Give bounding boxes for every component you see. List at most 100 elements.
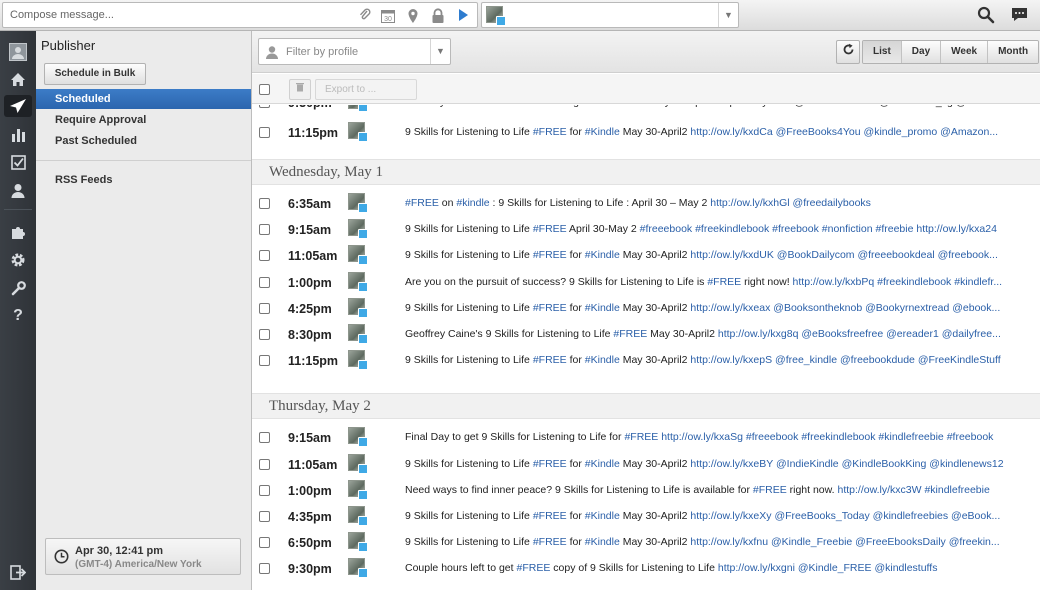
message-link[interactable]: #FREE (533, 458, 567, 470)
message-link[interactable]: @freeebookdeal (857, 249, 934, 261)
scheduled-message-row[interactable]: 9:15am Final Day to get 9 Skills for List… (252, 424, 1040, 450)
contacts-person-icon[interactable] (7, 179, 29, 201)
message-link[interactable]: #FREE (517, 562, 551, 574)
refresh-button[interactable] (836, 40, 860, 64)
compose-message-input[interactable]: Compose message... 30 (2, 2, 478, 28)
chevron-down-icon[interactable]: ▼ (430, 39, 450, 64)
row-checkbox[interactable] (259, 355, 270, 367)
schedule-in-bulk-button[interactable]: Schedule in Bulk (44, 63, 146, 85)
message-link[interactable]: @Booksontheknob (773, 302, 862, 314)
message-link[interactable]: #Kindle (585, 126, 620, 138)
message-link[interactable]: @dailyfree... (942, 328, 1001, 340)
message-link[interactable]: #FREE (533, 302, 567, 314)
message-link[interactable]: @freedailybooks (793, 197, 871, 209)
message-link[interactable]: #freekindlebook (877, 276, 951, 288)
scheduled-message-row[interactable]: 11:05am 9 Skills for Listening to Life #F… (252, 242, 1040, 268)
view-list-button[interactable]: List (863, 41, 901, 63)
publisher-send-icon[interactable] (4, 95, 32, 117)
message-link[interactable]: #FREE (533, 354, 567, 366)
message-link[interactable]: #Kindle (585, 249, 620, 261)
message-link[interactable]: @kindlestuffs (874, 562, 937, 574)
select-all-checkbox[interactable] (259, 84, 270, 95)
row-checkbox[interactable] (259, 250, 270, 262)
scheduled-message-row[interactable]: 1:00pm Need ways to find inner peace? 9 S… (252, 477, 1040, 503)
paperclip-icon[interactable] (357, 8, 373, 24)
scheduled-message-row[interactable]: 9:30pm Geoffrey Caine's 9 Skills for List… (252, 105, 1040, 113)
message-link[interactable]: #FREE (707, 276, 741, 288)
sign-out-icon[interactable] (7, 561, 29, 583)
message-link[interactable]: @Amazon... (940, 126, 998, 138)
message-link[interactable]: #FREE (533, 126, 567, 138)
analytics-bar-icon[interactable] (7, 124, 29, 146)
message-link[interactable]: http://ow.ly/kxeax (690, 302, 770, 314)
message-link[interactable]: @IndieKindle (776, 458, 839, 470)
scheduled-message-row[interactable]: 11:15pm 9 Skills for Listening to Life #F… (252, 347, 1040, 373)
row-checkbox[interactable] (259, 302, 270, 314)
message-link[interactable]: @free_kindle (775, 354, 837, 366)
row-checkbox[interactable] (259, 329, 270, 340)
message-link[interactable]: #FREE (613, 328, 647, 340)
message-link[interactable]: #Kindle (585, 536, 620, 548)
delete-button[interactable] (289, 79, 311, 100)
message-link[interactable]: @Kindle_Freebie (771, 536, 852, 548)
chat-bubble-icon[interactable] (1011, 7, 1028, 22)
message-link[interactable]: #FREE (533, 223, 567, 235)
row-checkbox[interactable] (259, 105, 270, 108)
message-link[interactable]: http://ow.ly/kxeBY (690, 458, 773, 470)
scheduled-message-row[interactable]: 11:05am 9 Skills for Listening to Life #F… (252, 451, 1040, 477)
message-link[interactable]: @BookDailycom (777, 249, 855, 261)
search-icon[interactable] (977, 6, 995, 24)
view-month-button[interactable]: Month (987, 41, 1039, 63)
location-pin-icon[interactable] (405, 8, 421, 24)
message-link[interactable]: #FREE (533, 249, 567, 261)
row-checkbox[interactable] (259, 511, 270, 522)
message-link[interactable]: @KindleBookKing (842, 458, 927, 470)
message-link[interactable]: #FREE (624, 431, 658, 443)
scheduled-message-row[interactable]: 11:15pm 9 Skills for Listening to Life #F… (252, 119, 1040, 145)
message-link[interactable]: @Kindle_FREE (798, 562, 872, 574)
message-link[interactable]: #freebie (876, 223, 914, 235)
message-link[interactable]: @kindlefreebies (873, 510, 948, 522)
row-checkbox[interactable] (259, 127, 270, 138)
scheduled-message-row[interactable]: 4:35pm 9 Skills for Listening to Life #FR… (252, 503, 1040, 529)
message-link[interactable]: http://ow.ly/kxdUK (690, 249, 773, 261)
scheduled-message-row[interactable]: 9:30pm Couple hours left to get #FREE cop… (252, 555, 1040, 581)
message-link[interactable]: http://ow.ly/kxfnu (690, 536, 768, 548)
message-link[interactable]: @FreeEbooksDaily (855, 536, 946, 548)
message-link[interactable]: #FREE (533, 536, 567, 548)
scheduled-message-row[interactable]: 6:50pm 9 Skills for Listening to Life #FR… (252, 529, 1040, 555)
message-link[interactable]: #Kindle (585, 510, 620, 522)
send-arrow-icon[interactable] (455, 8, 471, 24)
message-link[interactable]: @eBook... (951, 510, 1000, 522)
scheduled-message-row[interactable]: 8:30pm Geoffrey Caine's 9 Skills for List… (252, 321, 1040, 347)
row-checkbox[interactable] (259, 537, 270, 549)
row-checkbox[interactable] (259, 563, 270, 575)
scheduled-message-row[interactable]: 9:15am 9 Skills for Listening to Life #FR… (252, 216, 1040, 242)
message-link[interactable]: http://ow.ly/kxeXy (690, 510, 771, 522)
view-day-button[interactable]: Day (900, 41, 941, 63)
message-link[interactable]: http://ow.ly/kxaSg (661, 431, 743, 443)
sidebar-item-rss-feeds[interactable]: RSS Feeds (36, 170, 251, 190)
message-link[interactable]: http://ow.ly/kxbPq (793, 276, 875, 288)
home-icon[interactable] (7, 68, 29, 90)
row-checkbox[interactable] (259, 458, 270, 470)
message-link[interactable]: #nonfiction (822, 223, 873, 235)
row-checkbox[interactable] (259, 198, 270, 209)
message-link[interactable]: http://ow.ly/kxg8q (718, 328, 799, 340)
calendar-icon[interactable]: 30 (380, 8, 396, 24)
message-link[interactable]: #FREE (753, 484, 787, 496)
message-link[interactable]: @FreeKindleStuff (918, 354, 1001, 366)
message-link[interactable]: #freekindlebook (801, 431, 875, 443)
scheduled-message-row[interactable]: 4:25pm 9 Skills for Listening to Life #FR… (252, 295, 1040, 321)
message-link[interactable]: http://ow.ly/kxgni (718, 562, 795, 574)
sidebar-item-require-approval[interactable]: Require Approval (36, 110, 251, 130)
chevron-down-icon[interactable]: ▼ (718, 3, 738, 27)
help-question-icon[interactable]: ? (7, 305, 29, 327)
scheduled-message-row[interactable]: 6:35am #FREE on #kindle : 9 Skills for Li… (252, 190, 1040, 216)
message-link[interactable]: @ebook... (952, 302, 1000, 314)
message-link[interactable]: http://ow.ly/kxhGl (710, 197, 789, 209)
view-week-button[interactable]: Week (940, 41, 988, 63)
message-link[interactable]: #Kindle (585, 458, 620, 470)
user-avatar-icon[interactable] (7, 41, 29, 63)
message-link[interactable]: #Kindle (585, 354, 620, 366)
